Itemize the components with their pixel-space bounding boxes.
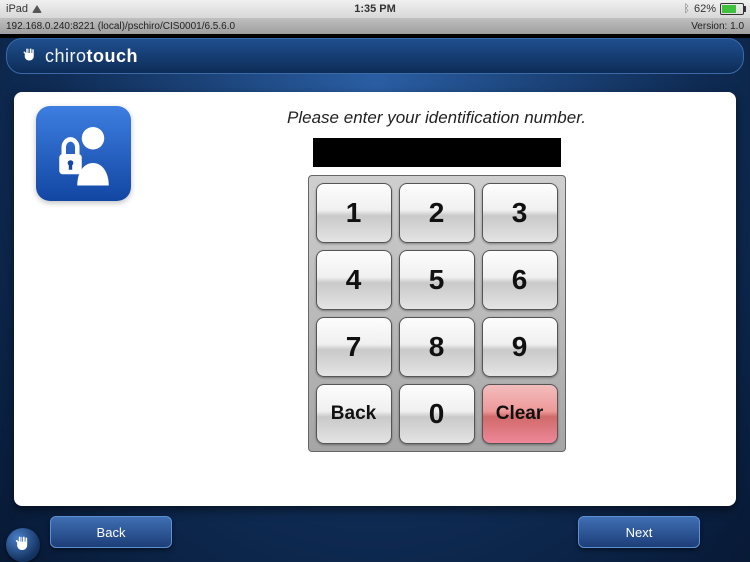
lock-person-icon [36, 106, 131, 201]
prompt-text: Please enter your identification number. [287, 108, 586, 128]
info-bar: 192.168.0.240:8221 (local)/pschiro/CIS00… [0, 18, 750, 34]
keypad: 1 2 3 4 5 6 7 8 9 Back 0 Clear [308, 175, 566, 452]
next-button[interactable]: Next [578, 516, 700, 548]
title-bar: chirotouch [6, 38, 744, 74]
key-2[interactable]: 2 [399, 183, 475, 243]
key-clear[interactable]: Clear [482, 384, 558, 444]
key-0[interactable]: 0 [399, 384, 475, 444]
key-1[interactable]: 1 [316, 183, 392, 243]
key-3[interactable]: 3 [482, 183, 558, 243]
device-label: iPad [6, 3, 28, 15]
back-button[interactable]: Back [50, 516, 172, 548]
clock: 1:35 PM [354, 3, 396, 15]
main-card: Please enter your identification number.… [14, 92, 736, 506]
keypad-area: Please enter your identification number.… [155, 106, 718, 492]
key-4[interactable]: 4 [316, 250, 392, 310]
version-label: Version: 1.0 [691, 21, 744, 32]
bluetooth-icon: ᛒ [683, 3, 690, 15]
key-5[interactable]: 5 [399, 250, 475, 310]
brand-logo: chirotouch [45, 46, 138, 67]
key-6[interactable]: 6 [482, 250, 558, 310]
key-7[interactable]: 7 [316, 317, 392, 377]
id-display [313, 138, 561, 167]
status-bar: iPad 1:35 PM ᛒ 62% [0, 0, 750, 18]
app-frame: chirotouch Please enter your identificat… [0, 38, 750, 562]
key-8[interactable]: 8 [399, 317, 475, 377]
battery-icon [720, 3, 744, 15]
battery-percent: 62% [694, 3, 716, 15]
key-9[interactable]: 9 [482, 317, 558, 377]
key-back[interactable]: Back [316, 384, 392, 444]
hand-icon [21, 47, 39, 65]
connection-label: 192.168.0.240:8221 (local)/pschiro/CIS00… [6, 21, 235, 32]
home-hand-button[interactable] [6, 528, 40, 562]
wifi-icon [32, 5, 42, 13]
